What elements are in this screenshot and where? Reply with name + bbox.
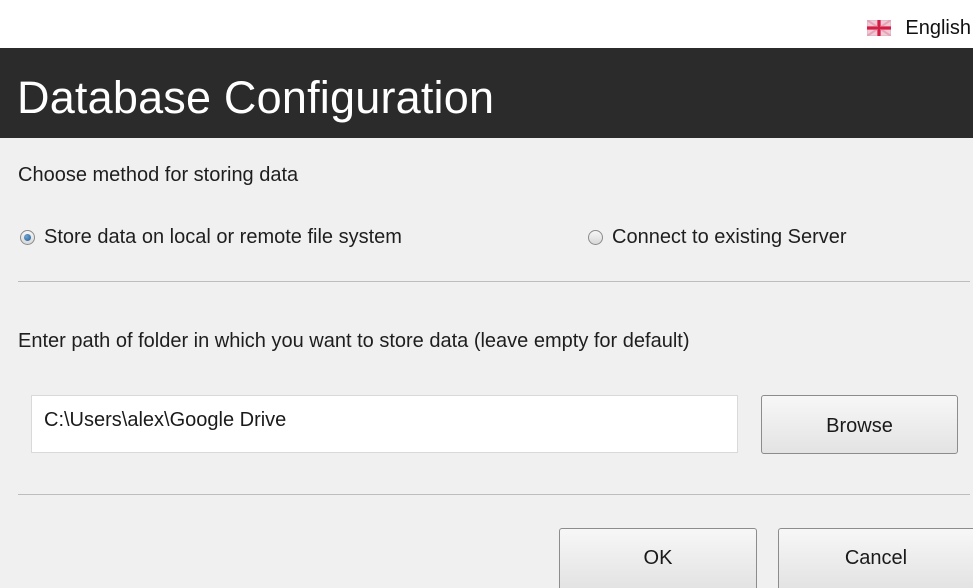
radio-existing-server[interactable]: Connect to existing Server bbox=[588, 226, 847, 249]
divider bbox=[18, 281, 970, 282]
uk-flag-icon bbox=[867, 20, 892, 36]
ok-button[interactable]: OK bbox=[559, 528, 757, 588]
page-title: Database Configuration bbox=[17, 72, 495, 123]
browse-button[interactable]: Browse bbox=[761, 395, 958, 454]
folder-path-label: Enter path of folder in which you want t… bbox=[18, 330, 690, 352]
cancel-button[interactable]: Cancel bbox=[778, 528, 973, 588]
radio-server-label: Connect to existing Server bbox=[612, 226, 847, 248]
radio-local-label: Store data on local or remote file syste… bbox=[44, 226, 402, 248]
radio-local-file-system[interactable]: Store data on local or remote file syste… bbox=[20, 226, 402, 249]
language-bar: English bbox=[0, 0, 973, 48]
language-selector[interactable]: English bbox=[867, 14, 973, 42]
radio-unselected-icon[interactable] bbox=[588, 230, 603, 245]
folder-path-input[interactable] bbox=[31, 395, 738, 453]
radio-selected-icon[interactable] bbox=[20, 230, 35, 245]
storage-method-label: Choose method for storing data bbox=[18, 164, 299, 186]
language-label: English bbox=[905, 16, 971, 39]
page-header: Database Configuration bbox=[0, 48, 973, 138]
divider bbox=[18, 494, 970, 495]
